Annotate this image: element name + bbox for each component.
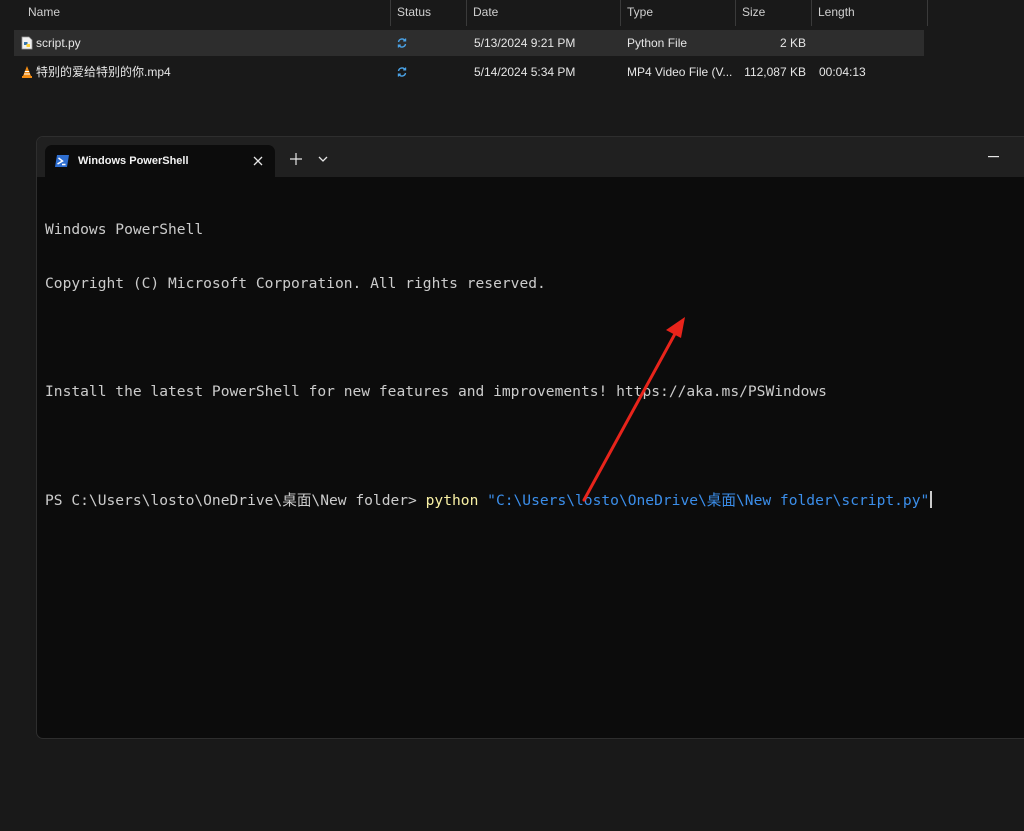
console-output[interactable]: Windows PowerShell Copyright (C) Microso… — [45, 185, 1024, 545]
file-date: 5/14/2024 5:34 PM — [474, 65, 576, 79]
file-row-mp4[interactable]: 特别的爱给特别的你.mp4 5/14/2024 5:34 PM MP4 Vide… — [14, 59, 924, 85]
file-name: script.py — [36, 36, 81, 50]
file-date: 5/13/2024 9:21 PM — [474, 36, 576, 50]
minimize-icon[interactable] — [988, 156, 999, 158]
vlc-cone-icon — [22, 66, 32, 78]
sync-icon — [397, 38, 407, 48]
column-header-row: Name ^ Status Date Type Size Length — [0, 0, 930, 26]
python-file-icon — [21, 36, 33, 50]
terminal-titlebar[interactable]: Windows PowerShell — [37, 137, 1024, 177]
console-line-install: Install the latest PowerShell for new fe… — [45, 383, 827, 400]
sync-icon — [397, 67, 407, 77]
column-date[interactable]: Date — [467, 0, 621, 26]
console-line-copyright: Copyright (C) Microsoft Corporation. All… — [45, 275, 546, 292]
file-size: 112,087 KB — [744, 65, 806, 79]
console-line-header: Windows PowerShell — [45, 221, 204, 238]
file-type: Python File — [627, 36, 688, 50]
tab-windows-powershell[interactable]: Windows PowerShell — [45, 145, 275, 177]
prompt-text: PS C:\Users\losto\OneDrive\桌面\New folder… — [45, 492, 426, 509]
file-type: MP4 Video File (V... — [627, 65, 733, 79]
file-size: 2 KB — [779, 36, 806, 50]
close-tab-icon[interactable] — [251, 154, 265, 168]
argument-text: "C:\Users\losto\OneDrive\桌面\New folder\s… — [487, 492, 930, 509]
sort-ascending-icon: ^ — [203, 0, 208, 6]
command-space — [478, 492, 487, 509]
file-name: 特别的爱给特别的你.mp4 — [36, 65, 171, 79]
file-length — [819, 30, 899, 56]
console-prompt-line[interactable]: PS C:\Users\losto\OneDrive\桌面\New folder… — [45, 491, 1024, 509]
file-length: 00:04:13 — [819, 65, 866, 79]
powershell-window[interactable]: Windows PowerShell Windows PowerShell Co… — [36, 136, 1024, 739]
chevron-down-icon[interactable] — [318, 155, 328, 163]
column-size[interactable]: Size — [736, 0, 812, 26]
tab-title: Windows PowerShell — [78, 155, 189, 167]
column-type[interactable]: Type — [621, 0, 736, 26]
column-length[interactable]: Length — [812, 0, 928, 26]
command-text: python — [425, 492, 479, 509]
file-row-script-py[interactable]: script.py 5/13/2024 9:21 PM Python File … — [14, 30, 924, 56]
powershell-icon — [55, 155, 69, 167]
new-tab-icon[interactable] — [289, 152, 303, 166]
column-status[interactable]: Status — [391, 0, 467, 26]
text-cursor — [930, 491, 933, 508]
